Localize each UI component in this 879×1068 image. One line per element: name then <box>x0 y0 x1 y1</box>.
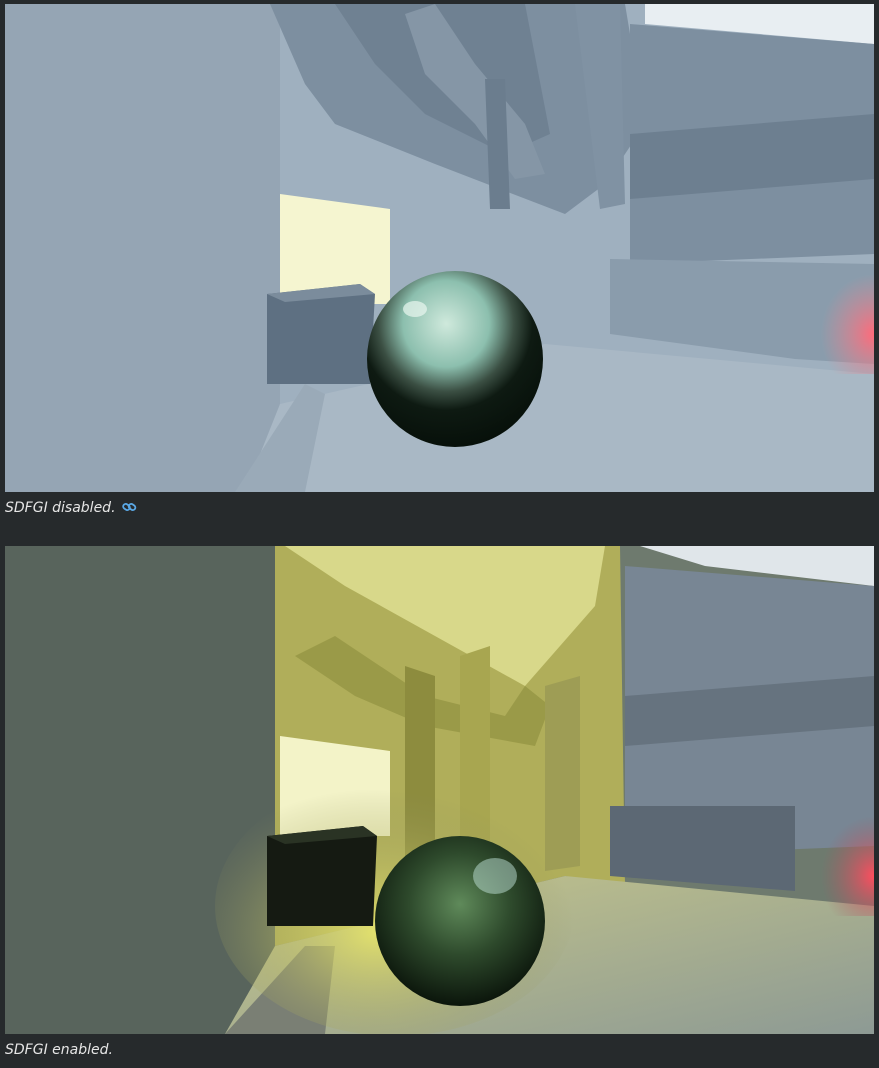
link-icon[interactable] <box>121 500 137 518</box>
screenshot-sdfgi-enabled <box>5 546 874 1034</box>
scene-render-disabled <box>5 4 874 492</box>
screenshot-sdfgi-disabled <box>5 4 874 492</box>
render-view-enabled <box>5 546 874 1034</box>
scene-render-enabled <box>5 546 874 1034</box>
caption-sdfgi-disabled: SDFGI disabled. <box>5 499 137 518</box>
caption-text: SDFGI enabled. <box>5 1042 113 1058</box>
caption-text: SDFGI disabled. <box>5 500 116 516</box>
caption-sdfgi-enabled: SDFGI enabled. <box>5 1041 113 1059</box>
render-view-disabled <box>5 4 874 492</box>
